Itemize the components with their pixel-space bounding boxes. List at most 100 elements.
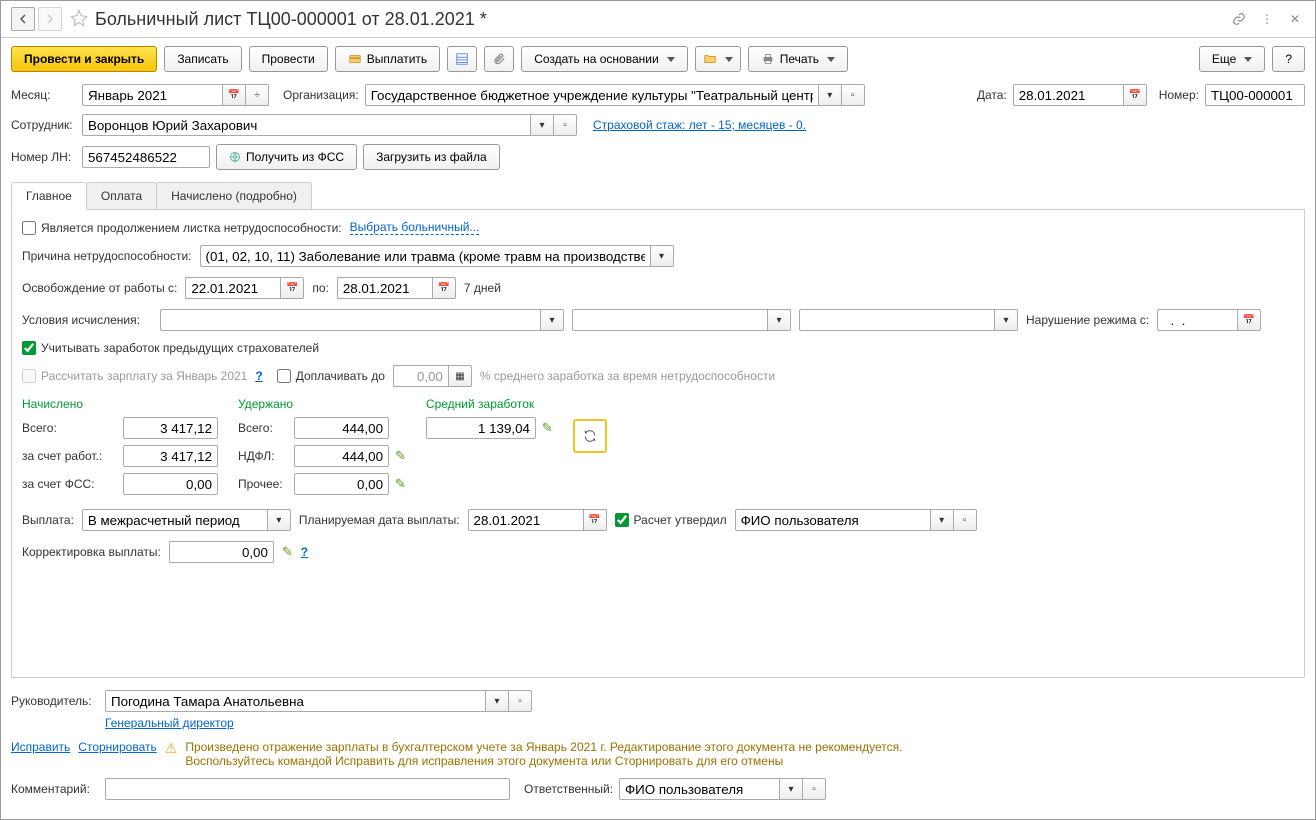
withheld-total-input[interactable] [294, 417, 389, 439]
ndfl-label: НДФЛ: [238, 449, 288, 463]
date-to-input[interactable] [337, 277, 432, 299]
employee-drop-icon[interactable]: ▾ [530, 114, 554, 136]
org-drop-icon[interactable]: ▾ [818, 84, 842, 106]
cond3-drop-icon[interactable]: ▾ [994, 309, 1018, 331]
approver-drop-icon[interactable]: ▾ [930, 509, 954, 531]
conditions2-input[interactable] [572, 309, 767, 331]
continuation-checkbox[interactable]: Является продолжением листка нетрудоспос… [22, 221, 342, 235]
accrued-employer-input[interactable] [123, 445, 218, 467]
row-comment: Комментарий: Ответственный: ▾▫ [1, 774, 1315, 804]
pay-icon [348, 52, 362, 66]
back-button[interactable] [11, 7, 35, 31]
conditions1-input[interactable] [160, 309, 540, 331]
link-icon[interactable] [1229, 9, 1249, 29]
more-icon[interactable]: ⋮ [1257, 9, 1277, 29]
tab-accrued[interactable]: Начислено (подробно) [156, 182, 312, 209]
help-button[interactable]: ? [1272, 46, 1305, 72]
responsible-open-icon[interactable]: ▫ [803, 778, 826, 800]
approver-open-icon[interactable]: ▫ [954, 509, 977, 531]
recalc-help-icon[interactable]: ? [255, 369, 262, 383]
date-input[interactable] [1013, 84, 1123, 106]
month-input[interactable] [82, 84, 222, 106]
ndfl-edit-icon[interactable]: ✎ [395, 448, 406, 464]
save-button[interactable]: Записать [164, 46, 241, 72]
supplement-checkbox[interactable]: Доплачивать до [277, 369, 385, 383]
manager-input[interactable] [105, 690, 485, 712]
conditions-label: Условия исчисления: [22, 313, 152, 327]
conditions3-input[interactable] [799, 309, 994, 331]
org-open-icon[interactable]: ▫ [842, 84, 865, 106]
prev-insurers-checkbox[interactable]: Учитывать заработок предыдущих страховат… [22, 341, 319, 355]
reason-input[interactable] [200, 245, 650, 267]
date-from-cal-icon[interactable]: 📅 [280, 277, 304, 299]
reverse-link[interactable]: Сторнировать [78, 740, 156, 754]
forward-button[interactable] [38, 7, 62, 31]
date-to-cal-icon[interactable]: 📅 [432, 277, 456, 299]
refresh-button[interactable] [573, 419, 607, 453]
org-label: Организация: [283, 88, 359, 102]
payout-input[interactable] [82, 509, 267, 531]
folder-button[interactable] [695, 46, 741, 72]
accrued-total-input[interactable] [123, 417, 218, 439]
accrued-fss-input[interactable] [123, 473, 218, 495]
experience-link[interactable]: Страховой стаж: лет - 15; месяцев - 0. [593, 118, 806, 132]
number-input[interactable] [1205, 84, 1305, 106]
planned-date-input[interactable] [468, 509, 583, 531]
create-based-button[interactable]: Создать на основании [521, 46, 688, 72]
manager-drop-icon[interactable]: ▾ [485, 690, 509, 712]
avg-earn-header: Средний заработок [426, 397, 553, 411]
employee-open-icon[interactable]: ▫ [554, 114, 577, 136]
calc-approved-checkbox[interactable]: Расчет утвердил [615, 513, 727, 527]
tab-main[interactable]: Главное [11, 182, 87, 210]
approver-input[interactable] [735, 509, 930, 531]
violation-cal-icon[interactable]: 📅 [1237, 309, 1261, 331]
get-fss-button[interactable]: Получить из ФСС [216, 144, 357, 170]
post-close-button[interactable]: Провести и закрыть [11, 46, 157, 72]
org-input[interactable] [365, 84, 818, 106]
date-cal-icon[interactable]: 📅 [1123, 84, 1147, 106]
fix-link[interactable]: Исправить [11, 740, 70, 754]
favorite-icon[interactable] [70, 9, 90, 29]
cond1-drop-icon[interactable]: ▾ [540, 309, 564, 331]
date-label: Дата: [977, 88, 1007, 102]
days-label: 7 дней [464, 281, 501, 295]
select-sick-link[interactable]: Выбрать больничный... [350, 220, 480, 235]
withheld-ndfl-input[interactable] [294, 445, 389, 467]
manager-open-icon[interactable]: ▫ [509, 690, 532, 712]
layout-button[interactable] [447, 46, 477, 72]
responsible-drop-icon[interactable]: ▾ [779, 778, 803, 800]
more-button[interactable]: Еще [1199, 46, 1265, 72]
post-button[interactable]: Провести [249, 46, 328, 72]
to-label: по: [312, 281, 329, 295]
print-button[interactable]: Печать [748, 46, 848, 72]
pay-button[interactable]: Выплатить [335, 46, 441, 72]
correction-input[interactable] [169, 541, 274, 563]
avg-edit-icon[interactable]: ✎ [542, 420, 553, 436]
month-spin-icon[interactable]: ÷ [246, 84, 269, 106]
withheld-other-input[interactable] [294, 473, 389, 495]
violation-date-input[interactable] [1157, 309, 1237, 331]
cond2-drop-icon[interactable]: ▾ [767, 309, 791, 331]
manager-label: Руководитель: [11, 694, 99, 708]
planned-date-label: Планируемая дата выплаты: [299, 513, 460, 527]
reason-drop-icon[interactable]: ▾ [650, 245, 674, 267]
comment-input[interactable] [105, 778, 510, 800]
load-file-button[interactable]: Загрузить из файла [363, 144, 500, 170]
close-icon[interactable]: ✕ [1285, 9, 1305, 29]
responsible-input[interactable] [619, 778, 779, 800]
planned-cal-icon[interactable]: 📅 [583, 509, 607, 531]
avg-earn-input[interactable] [426, 417, 536, 439]
manager-title-link[interactable]: Генеральный директор [105, 716, 234, 730]
payout-drop-icon[interactable]: ▾ [267, 509, 291, 531]
date-from-input[interactable] [185, 277, 280, 299]
attach-button[interactable] [484, 46, 514, 72]
warning-icon: ⚠ [165, 740, 178, 757]
correction-help-icon[interactable]: ? [301, 545, 308, 559]
other-edit-icon[interactable]: ✎ [395, 476, 406, 492]
month-cal-icon[interactable]: 📅 [222, 84, 246, 106]
correction-edit-icon[interactable]: ✎ [282, 544, 293, 560]
ln-input[interactable] [82, 146, 210, 168]
total-label: Всего: [22, 421, 117, 435]
tab-payment[interactable]: Оплата [86, 182, 157, 209]
employee-input[interactable] [82, 114, 530, 136]
